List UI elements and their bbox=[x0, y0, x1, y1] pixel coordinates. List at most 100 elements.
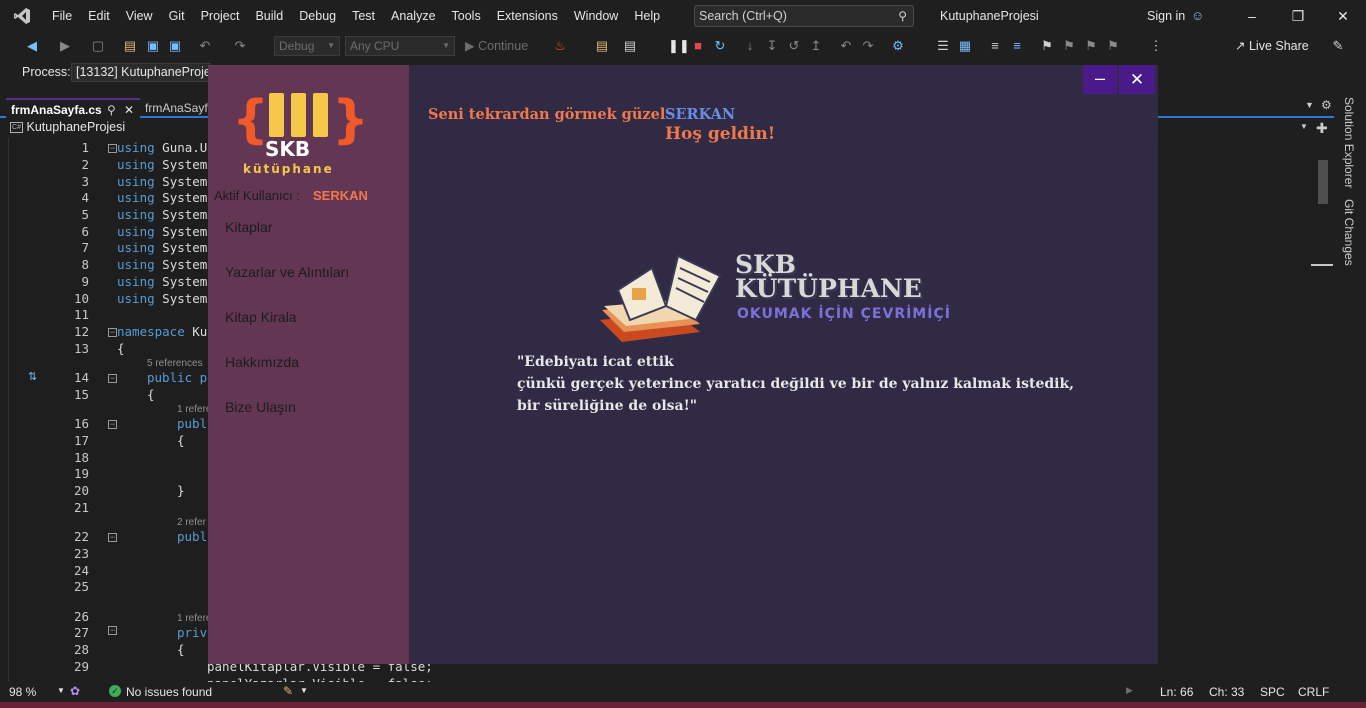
overflow-icon[interactable]: ⋮ bbox=[1148, 38, 1164, 54]
git-changes-tab[interactable]: Git Changes bbox=[1342, 199, 1356, 266]
uncomment-icon[interactable]: ≡ bbox=[1009, 38, 1025, 54]
save-icon[interactable]: ▣ bbox=[145, 38, 161, 54]
live-share-button[interactable]: ↗ Live Share bbox=[1235, 38, 1309, 54]
stop-icon[interactable]: ■ bbox=[690, 38, 706, 54]
restore-icon[interactable]: ❐ bbox=[1275, 0, 1321, 32]
menu-test[interactable]: Test bbox=[344, 0, 383, 32]
hot-reload-icon[interactable]: ♨ bbox=[552, 38, 568, 54]
undo-icon[interactable]: ↶ bbox=[197, 38, 213, 54]
forward-icon[interactable]: ▶ bbox=[57, 38, 73, 54]
codelens-references[interactable]: 1 refere bbox=[177, 613, 211, 624]
intellicode-icon[interactable]: ✿ bbox=[70, 684, 80, 698]
menu-window[interactable]: Window bbox=[566, 0, 626, 32]
tab-frmanasayfa-designer[interactable]: frmAnaSayf bbox=[145, 98, 208, 118]
hierarchy-icon[interactable]: ☰ bbox=[935, 38, 951, 54]
feedback-icon[interactable]: ✎ bbox=[1330, 38, 1346, 54]
navigate-forward-icon[interactable]: ↷ bbox=[860, 38, 876, 54]
filter-icon[interactable]: ⚙ bbox=[890, 38, 906, 54]
chevron-down-icon[interactable]: ▼ bbox=[57, 686, 65, 695]
nav-kitap-kirala[interactable]: Kitap Kirala bbox=[225, 309, 297, 325]
codelens-debug-icon[interactable]: ⇅ bbox=[28, 370, 37, 383]
line-number: 14 bbox=[73, 370, 89, 385]
navigate-back-icon[interactable]: ↶ bbox=[838, 38, 854, 54]
sign-in-link[interactable]: Sign in bbox=[1147, 0, 1185, 32]
bookmark-icon[interactable]: ⚑ bbox=[1039, 38, 1055, 54]
search-input[interactable]: Search (Ctrl+Q) ⚲ bbox=[694, 5, 914, 27]
split-editor-icon[interactable]: ✚ bbox=[1316, 120, 1328, 137]
line-number: 23 bbox=[73, 546, 89, 561]
codelens-references[interactable]: 2 refer bbox=[177, 517, 206, 528]
step-back-icon[interactable]: ↥ bbox=[808, 38, 824, 54]
save-all-icon[interactable]: ▣ bbox=[167, 38, 183, 54]
menu-project[interactable]: Project bbox=[193, 0, 248, 32]
pause-icon[interactable]: ❚❚ bbox=[668, 38, 690, 54]
scroll-right-icon[interactable]: ▶ bbox=[1126, 685, 1133, 696]
line-indicator[interactable]: Ln: 66 bbox=[1160, 685, 1193, 699]
whitespace-indicator[interactable]: SPC bbox=[1260, 685, 1285, 699]
project-dropdown[interactable]: C# KutuphaneProjesi bbox=[10, 120, 125, 134]
tab-frmanasayfa-cs[interactable]: frmAnaSayfa.cs ⚲ ✕ bbox=[6, 98, 140, 118]
account-icon[interactable]: ☺ bbox=[1191, 0, 1204, 32]
pin-icon[interactable]: ⚲ bbox=[107, 100, 116, 120]
restart-icon[interactable]: ↻ bbox=[712, 38, 728, 54]
app-close-button[interactable]: ✕ bbox=[1119, 65, 1155, 94]
fold-toggle-icon[interactable]: − bbox=[108, 374, 117, 383]
line-ending-indicator[interactable]: CRLF bbox=[1298, 685, 1329, 699]
menu-analyze[interactable]: Analyze bbox=[383, 0, 443, 32]
step-into-icon[interactable]: ↓ bbox=[742, 38, 758, 54]
xaml-icon[interactable]: ▦ bbox=[957, 38, 973, 54]
solution-explorer-tab[interactable]: Solution Explorer bbox=[1342, 97, 1356, 188]
continue-button[interactable]: ▶ Continue bbox=[465, 38, 528, 54]
process-dropdown[interactable]: [13132] KutuphaneProjesi bbox=[71, 63, 211, 82]
menu-debug[interactable]: Debug bbox=[291, 0, 344, 32]
nav-kitaplar[interactable]: Kitaplar bbox=[225, 219, 272, 235]
window-layout-icon[interactable]: ▤ bbox=[622, 38, 638, 54]
chevron-down-icon[interactable]: ▼ bbox=[300, 686, 308, 695]
clear-bookmark-icon[interactable]: ⚑ bbox=[1105, 38, 1121, 54]
new-project-icon[interactable]: ▢ bbox=[90, 38, 106, 54]
fold-toggle-icon[interactable]: − bbox=[108, 626, 117, 635]
issues-status[interactable]: No issues found bbox=[126, 685, 212, 699]
nav-bize-ulasin[interactable]: Bize Ulaşın bbox=[225, 399, 296, 415]
column-indicator[interactable]: Ch: 33 bbox=[1209, 685, 1244, 699]
menu-tools[interactable]: Tools bbox=[444, 0, 489, 32]
fold-toggle-icon[interactable]: − bbox=[108, 328, 117, 337]
menu-edit[interactable]: Edit bbox=[80, 0, 118, 32]
fold-toggle-icon[interactable]: − bbox=[108, 420, 117, 429]
step-out-icon[interactable]: ↺ bbox=[786, 38, 802, 54]
close-icon[interactable]: ✕ bbox=[1320, 0, 1366, 32]
back-icon[interactable]: ◀ bbox=[24, 38, 40, 54]
open-folder-icon[interactable]: ▤ bbox=[122, 38, 138, 54]
tab-list-chevron-icon[interactable]: ▼ bbox=[1305, 100, 1314, 110]
visual-studio-logo-icon[interactable] bbox=[0, 0, 44, 32]
zoom-level[interactable]: 98 % bbox=[9, 685, 36, 699]
configuration-dropdown[interactable]: Debug ▼ bbox=[274, 36, 340, 56]
redo-icon[interactable]: ↷ bbox=[232, 38, 248, 54]
next-bookmark-icon[interactable]: ⚑ bbox=[1083, 38, 1099, 54]
menu-help[interactable]: Help bbox=[626, 0, 668, 32]
minimize-icon[interactable]: – bbox=[1229, 0, 1275, 32]
nav-hakkimizda[interactable]: Hakkımızda bbox=[225, 354, 299, 370]
codelens-references[interactable]: 5 references bbox=[147, 358, 203, 369]
platform-dropdown[interactable]: Any CPU ▼ bbox=[345, 36, 455, 56]
editor-vertical-scrollbar[interactable] bbox=[1313, 138, 1333, 682]
scrollbar-thumb[interactable] bbox=[1318, 160, 1328, 204]
menu-file[interactable]: File bbox=[44, 0, 80, 32]
app-minimize-button[interactable]: – bbox=[1083, 65, 1117, 94]
settings-gear-icon[interactable]: ⚙ bbox=[1321, 98, 1332, 112]
chevron-down-icon[interactable]: ▼ bbox=[1300, 122, 1308, 131]
code-cleanup-icon[interactable]: ✎ bbox=[283, 684, 293, 698]
fold-toggle-icon[interactable]: − bbox=[108, 144, 117, 153]
menu-build[interactable]: Build bbox=[247, 0, 291, 32]
menu-view[interactable]: View bbox=[118, 0, 161, 32]
fold-toggle-icon[interactable]: − bbox=[108, 533, 117, 542]
comment-icon[interactable]: ≡ bbox=[987, 38, 1003, 54]
prev-bookmark-icon[interactable]: ⚑ bbox=[1061, 38, 1077, 54]
step-over-icon[interactable]: ↧ bbox=[764, 38, 780, 54]
menu-extensions[interactable]: Extensions bbox=[489, 0, 566, 32]
codelens-references[interactable]: 1 refere bbox=[177, 404, 211, 415]
process-icon[interactable]: ▤ bbox=[594, 38, 610, 54]
menu-git[interactable]: Git bbox=[161, 0, 193, 32]
nav-yazarlar-ve-alintilari[interactable]: Yazarlar ve Alıntıları bbox=[225, 264, 349, 280]
close-tab-icon[interactable]: ✕ bbox=[124, 100, 134, 120]
